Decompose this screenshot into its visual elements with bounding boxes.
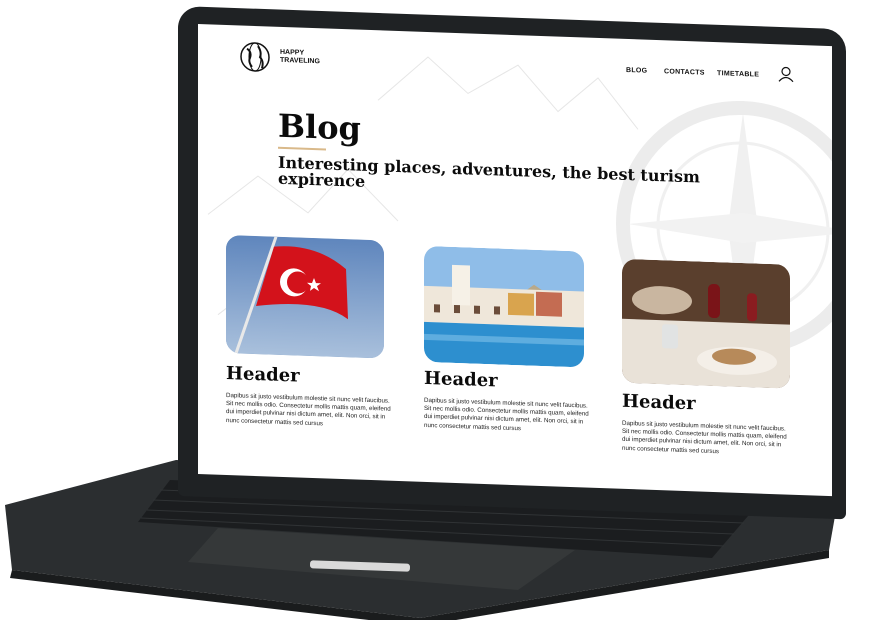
globe-icon bbox=[240, 42, 270, 72]
blog-card[interactable]: Header Dapibus sit justo vestibulum mole… bbox=[622, 258, 790, 466]
dinner-table-image bbox=[622, 258, 790, 389]
card-text: Dapibus sit justo vestibulum molestie si… bbox=[622, 419, 787, 455]
hotel-pool-image bbox=[424, 245, 584, 368]
laptop-screen: HAPPY TRAVELING BLOG CONTACTS TIMETABLE … bbox=[198, 24, 832, 497]
brand-line2: TRAVELING bbox=[280, 56, 320, 66]
blog-card[interactable]: Header Dapibus sit justo vestibulum mole… bbox=[226, 234, 391, 438]
card-header: Header bbox=[226, 362, 300, 387]
blog-card[interactable]: Header Dapibus sit justo vestibulum mole… bbox=[424, 245, 589, 443]
page-title: Blog bbox=[278, 106, 361, 148]
brand-name: HAPPY TRAVELING bbox=[280, 49, 320, 66]
nav-blog[interactable]: BLOG bbox=[626, 67, 647, 75]
logo[interactable] bbox=[238, 39, 272, 74]
card-header: Header bbox=[622, 390, 696, 415]
nav-timetable[interactable]: TIMETABLE bbox=[717, 70, 759, 78]
card-text: Dapibus sit justo vestibulum molestie si… bbox=[424, 396, 589, 432]
card-image-hotel-pool[interactable] bbox=[424, 245, 584, 368]
card-header: Header bbox=[424, 367, 498, 392]
card-text: Dapibus sit justo vestibulum molestie si… bbox=[226, 391, 391, 427]
card-image-dinner-table[interactable] bbox=[622, 258, 790, 389]
nav-contacts[interactable]: CONTACTS bbox=[664, 68, 705, 76]
turkish-flag-image bbox=[226, 234, 384, 359]
user-icon[interactable] bbox=[778, 66, 794, 83]
card-image-turkish-flag[interactable] bbox=[226, 234, 384, 359]
